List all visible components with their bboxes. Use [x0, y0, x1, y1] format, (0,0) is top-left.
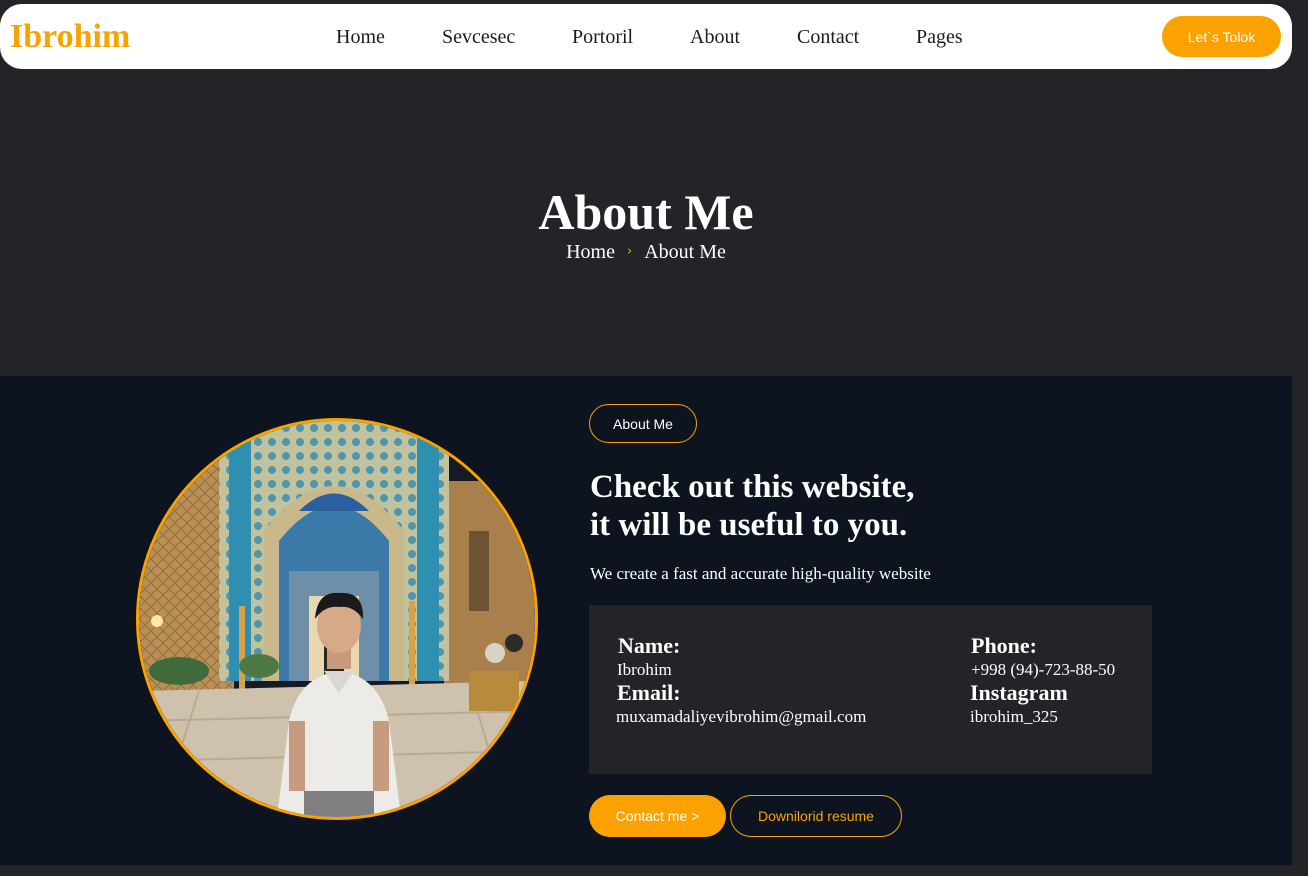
- navbar: Ibrohim Home Sevcesec Portoril About Con…: [0, 4, 1292, 69]
- phone-value[interactable]: +998 (94)-723-88-50: [971, 660, 1115, 680]
- nav-link-about[interactable]: About: [690, 25, 740, 49]
- breadcrumb-home-link[interactable]: Home: [566, 241, 615, 263]
- page-title: About Me: [538, 184, 754, 240]
- breadcrumb: Home › About Me: [0, 240, 1292, 267]
- email-label: Email:: [617, 680, 681, 705]
- section-heading-line-2: it will be useful to you.: [590, 507, 908, 543]
- phone-label: Phone:: [971, 633, 1037, 658]
- section-heading-line-1: Check out this website,: [590, 469, 915, 505]
- email-value[interactable]: muxamadaliyevibrohim@gmail.com: [616, 707, 866, 727]
- breadcrumb-current: About Me: [644, 241, 726, 263]
- nav-link-contact[interactable]: Contact: [797, 25, 859, 49]
- nav-link-pages[interactable]: Pages: [916, 25, 963, 49]
- contact-me-button[interactable]: Contact me >: [589, 795, 726, 837]
- name-label: Name:: [618, 633, 681, 658]
- section-subtitle: We create a fast and accurate high-quali…: [590, 564, 931, 583]
- site-logo[interactable]: Ibrohim: [10, 18, 130, 56]
- lets-talk-button[interactable]: Let`s Tolok: [1162, 16, 1281, 57]
- nav-link-home[interactable]: Home: [336, 25, 385, 49]
- download-resume-button[interactable]: Downilorid resume: [730, 795, 902, 837]
- nav-link-services[interactable]: Sevcesec: [442, 25, 515, 49]
- instagram-value[interactable]: ibrohim_325: [970, 707, 1058, 727]
- instagram-label: Instagram: [970, 680, 1068, 705]
- contact-info-box: Name: Ibrohim Email: muxamadaliyevibrohi…: [589, 605, 1152, 774]
- section-tag: About Me: [589, 404, 697, 443]
- nav-link-portfolio[interactable]: Portoril: [572, 25, 633, 49]
- profile-photo: [136, 418, 538, 820]
- chevron-right-icon: ›: [627, 244, 633, 259]
- section-heading: Check out this website, it will be usefu…: [590, 468, 1150, 544]
- about-section: About Me Check out this website, it will…: [0, 376, 1292, 865]
- name-value: Ibrohim: [617, 660, 672, 679]
